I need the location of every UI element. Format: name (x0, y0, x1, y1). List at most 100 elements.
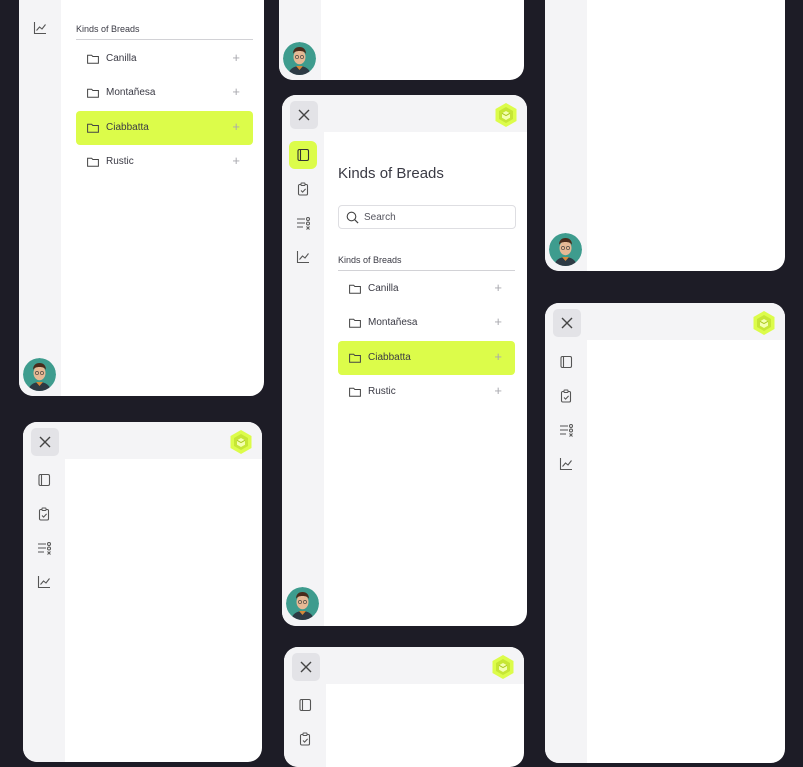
filter-list-icon (296, 217, 310, 230)
folder-icon (87, 88, 99, 98)
nav-notebook[interactable] (291, 691, 319, 719)
nav-clipboard[interactable] (30, 500, 58, 528)
add-button[interactable]: + (232, 154, 240, 167)
folder-icon (87, 123, 99, 133)
nav-filter-list[interactable] (30, 534, 58, 562)
top-bar (23, 422, 262, 459)
nav-notebook[interactable] (552, 348, 580, 376)
add-button[interactable]: + (494, 315, 502, 328)
add-button[interactable]: + (232, 51, 240, 64)
list-item-label: Rustic (368, 386, 396, 397)
list-item-label: Rustic (106, 156, 134, 167)
nav-rail (545, 0, 587, 271)
clipboard-check-icon (299, 732, 311, 746)
nav-clipboard[interactable] (289, 175, 317, 203)
list-item-label: Canilla (106, 53, 137, 64)
clipboard-check-icon (38, 507, 50, 521)
top-bar (282, 95, 527, 132)
nav-clipboard[interactable] (291, 725, 319, 753)
nav-filter-list[interactable] (552, 416, 580, 444)
close-icon (39, 436, 51, 448)
close-button[interactable] (290, 101, 318, 129)
list-item-label: Canilla (368, 283, 399, 294)
add-button[interactable]: + (494, 384, 502, 397)
window-card-c (545, 0, 785, 271)
list-item-label: Ciabbatta (368, 352, 411, 363)
close-button[interactable] (31, 428, 59, 456)
list-item[interactable]: Montañesa + (76, 76, 253, 110)
close-button[interactable] (292, 653, 320, 681)
top-bar (284, 647, 524, 684)
clipboard-check-icon (297, 182, 309, 196)
list-item-selected[interactable]: Ciabbatta + (338, 341, 515, 375)
nav-line-chart[interactable] (552, 450, 580, 478)
notebook-icon (299, 698, 312, 712)
list-item-label: Ciabbatta (106, 122, 149, 133)
notebook-icon (297, 148, 310, 162)
nav-notebook[interactable] (30, 466, 58, 494)
folder-icon (349, 353, 361, 363)
window-card-e (23, 422, 262, 762)
list-item[interactable]: Montañesa + (338, 306, 515, 340)
line-chart-icon (37, 576, 50, 589)
add-button[interactable]: + (494, 281, 502, 294)
search-box[interactable] (338, 205, 516, 229)
nav-rail (19, 0, 61, 396)
close-button[interactable] (553, 309, 581, 337)
clipboard-check-icon (560, 389, 572, 403)
notebook-icon (38, 473, 51, 487)
folder-icon (349, 284, 361, 294)
folder-icon (87, 54, 99, 64)
close-icon (561, 317, 573, 329)
cube-logo (495, 103, 517, 127)
nav-line-chart[interactable] (30, 568, 58, 596)
user-avatar[interactable] (286, 587, 319, 620)
list-item[interactable]: Canilla + (338, 272, 515, 306)
nav-notebook[interactable] (289, 141, 317, 169)
window-card-b (279, 0, 524, 80)
nav-rail (284, 684, 326, 767)
window-card-g (545, 303, 785, 763)
close-icon (298, 109, 310, 121)
nav-line-chart-icon[interactable] (26, 14, 54, 42)
folder-icon (87, 157, 99, 167)
nav-filter-list[interactable] (289, 209, 317, 237)
user-avatar[interactable] (549, 233, 582, 266)
list-item[interactable]: Rustic + (338, 375, 515, 409)
list-header: Kinds of Breads (338, 255, 515, 271)
line-chart-icon (296, 251, 309, 264)
filter-list-icon (37, 542, 51, 555)
folder-icon (349, 318, 361, 328)
window-card-a: Kinds of Breads Canilla + Montañesa + Ci… (19, 0, 264, 396)
list-item-selected[interactable]: Ciabbatta + (76, 111, 253, 145)
nav-clipboard[interactable] (552, 382, 580, 410)
window-card-f (284, 647, 524, 767)
top-bar (545, 303, 785, 340)
nav-rail (545, 340, 587, 763)
nav-rail (23, 459, 65, 762)
close-icon (300, 661, 312, 673)
list-item[interactable]: Canilla + (76, 42, 253, 76)
list-header: Kinds of Breads (76, 24, 253, 40)
cube-logo (492, 655, 514, 679)
search-input[interactable] (364, 209, 504, 225)
filter-list-icon (559, 424, 573, 437)
notebook-icon (560, 355, 573, 369)
add-button[interactable]: + (232, 120, 240, 133)
add-button[interactable]: + (494, 350, 502, 363)
page-title: Kinds of Breads (338, 165, 444, 182)
search-icon (346, 211, 359, 224)
line-chart-icon (559, 458, 572, 471)
content-panel: Kinds of Breads Canilla + Montañesa + Ci… (76, 0, 256, 396)
nav-rail (282, 132, 324, 626)
content-panel: Kinds of Breads Kinds of Breads Canilla … (338, 132, 518, 626)
user-avatar[interactable] (283, 42, 316, 75)
list-item[interactable]: Rustic + (76, 145, 253, 179)
user-avatar[interactable] (23, 358, 56, 391)
nav-line-chart[interactable] (289, 243, 317, 271)
cube-logo (230, 430, 252, 454)
cube-logo (753, 311, 775, 335)
add-button[interactable]: + (232, 85, 240, 98)
folder-icon (349, 387, 361, 397)
window-card-main: Kinds of Breads Kinds of Breads Canilla … (282, 95, 527, 626)
